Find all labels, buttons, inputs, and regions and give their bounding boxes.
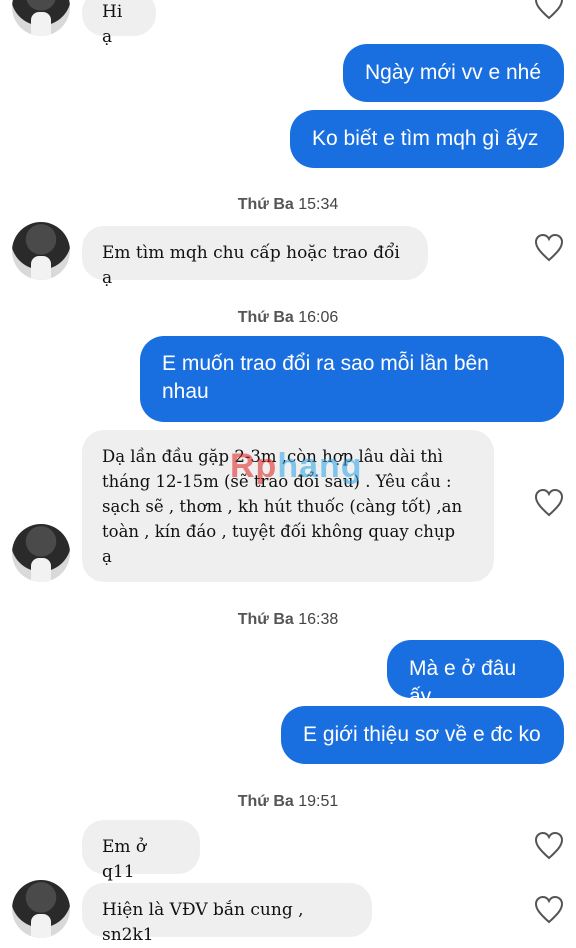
message-text: Mà e ở đâu ấy [409, 657, 517, 708]
heart-outline-icon[interactable] [534, 0, 564, 20]
timestamp-day: Thứ Ba [237, 793, 294, 810]
outgoing-message[interactable]: Ngày mới vv e nhé [343, 44, 564, 102]
timestamp-day: Thứ Ba [237, 196, 294, 213]
heart-outline-icon[interactable] [534, 234, 564, 262]
message-text: E giới thiệu sơ về e đc ko [303, 723, 541, 746]
message-text: Em tìm mqh chu cấp hoặc trao đổi ạ [102, 243, 400, 288]
watermark-part-1: Rp [230, 447, 278, 485]
watermark-part-2: hang [277, 447, 363, 485]
outgoing-message[interactable]: Mà e ở đâu ấy [387, 640, 564, 708]
avatar[interactable] [12, 880, 70, 938]
timestamp-time: 15:34 [298, 196, 339, 213]
incoming-message[interactable]: Em ở q11 [82, 820, 200, 882]
outgoing-message[interactable]: E muốn trao đổi ra sao mỗi lần bên nhau [140, 336, 564, 422]
message-line: sạch sẽ , thơm , kh hút thuốc (càng tốt)… [102, 497, 463, 516]
message-text: Ko biết e tìm mqh gì ấyz [312, 127, 539, 150]
message-text: Ngày mới vv e nhé [365, 61, 542, 84]
message-line: E muốn trao đổi ra sao mỗi lần bên [162, 352, 489, 375]
message-text: Hi ạ [102, 2, 123, 47]
watermark-logo: Rphang [230, 447, 363, 486]
timestamp: Thứ Ba 16:38 [0, 611, 576, 629]
heart-outline-icon[interactable] [534, 896, 564, 924]
incoming-message[interactable]: Em tìm mqh chu cấp hoặc trao đổi ạ [82, 226, 428, 288]
avatar[interactable] [12, 222, 70, 280]
timestamp-day: Thứ Ba [237, 309, 294, 326]
message-line: nhau [162, 380, 209, 403]
incoming-message[interactable]: Hi ạ [82, 0, 156, 47]
avatar[interactable] [12, 524, 70, 582]
timestamp: Thứ Ba 16:06 [0, 309, 576, 327]
heart-outline-icon[interactable] [534, 489, 564, 517]
timestamp: Thứ Ba 15:34 [0, 196, 576, 214]
timestamp-time: 16:38 [298, 611, 339, 628]
message-line: ạ [102, 547, 112, 566]
heart-outline-icon[interactable] [534, 832, 564, 860]
message-text: Hiện là VĐV bắn cung , sn2k1 [102, 900, 304, 945]
message-text: Em ở q11 [102, 837, 147, 882]
timestamp: Thứ Ba 19:51 [0, 793, 576, 811]
avatar[interactable] [12, 0, 70, 36]
timestamp-time: 16:06 [298, 309, 339, 326]
message-line: toàn , kín đáo , tuyệt đối không quay ch… [102, 522, 456, 541]
timestamp-day: Thứ Ba [237, 611, 294, 628]
timestamp-time: 19:51 [298, 793, 339, 810]
outgoing-message[interactable]: Ko biết e tìm mqh gì ấyz [290, 110, 564, 168]
incoming-message[interactable]: Hiện là VĐV bắn cung , sn2k1 [82, 883, 372, 945]
outgoing-message[interactable]: E giới thiệu sơ về e đc ko [281, 706, 564, 764]
